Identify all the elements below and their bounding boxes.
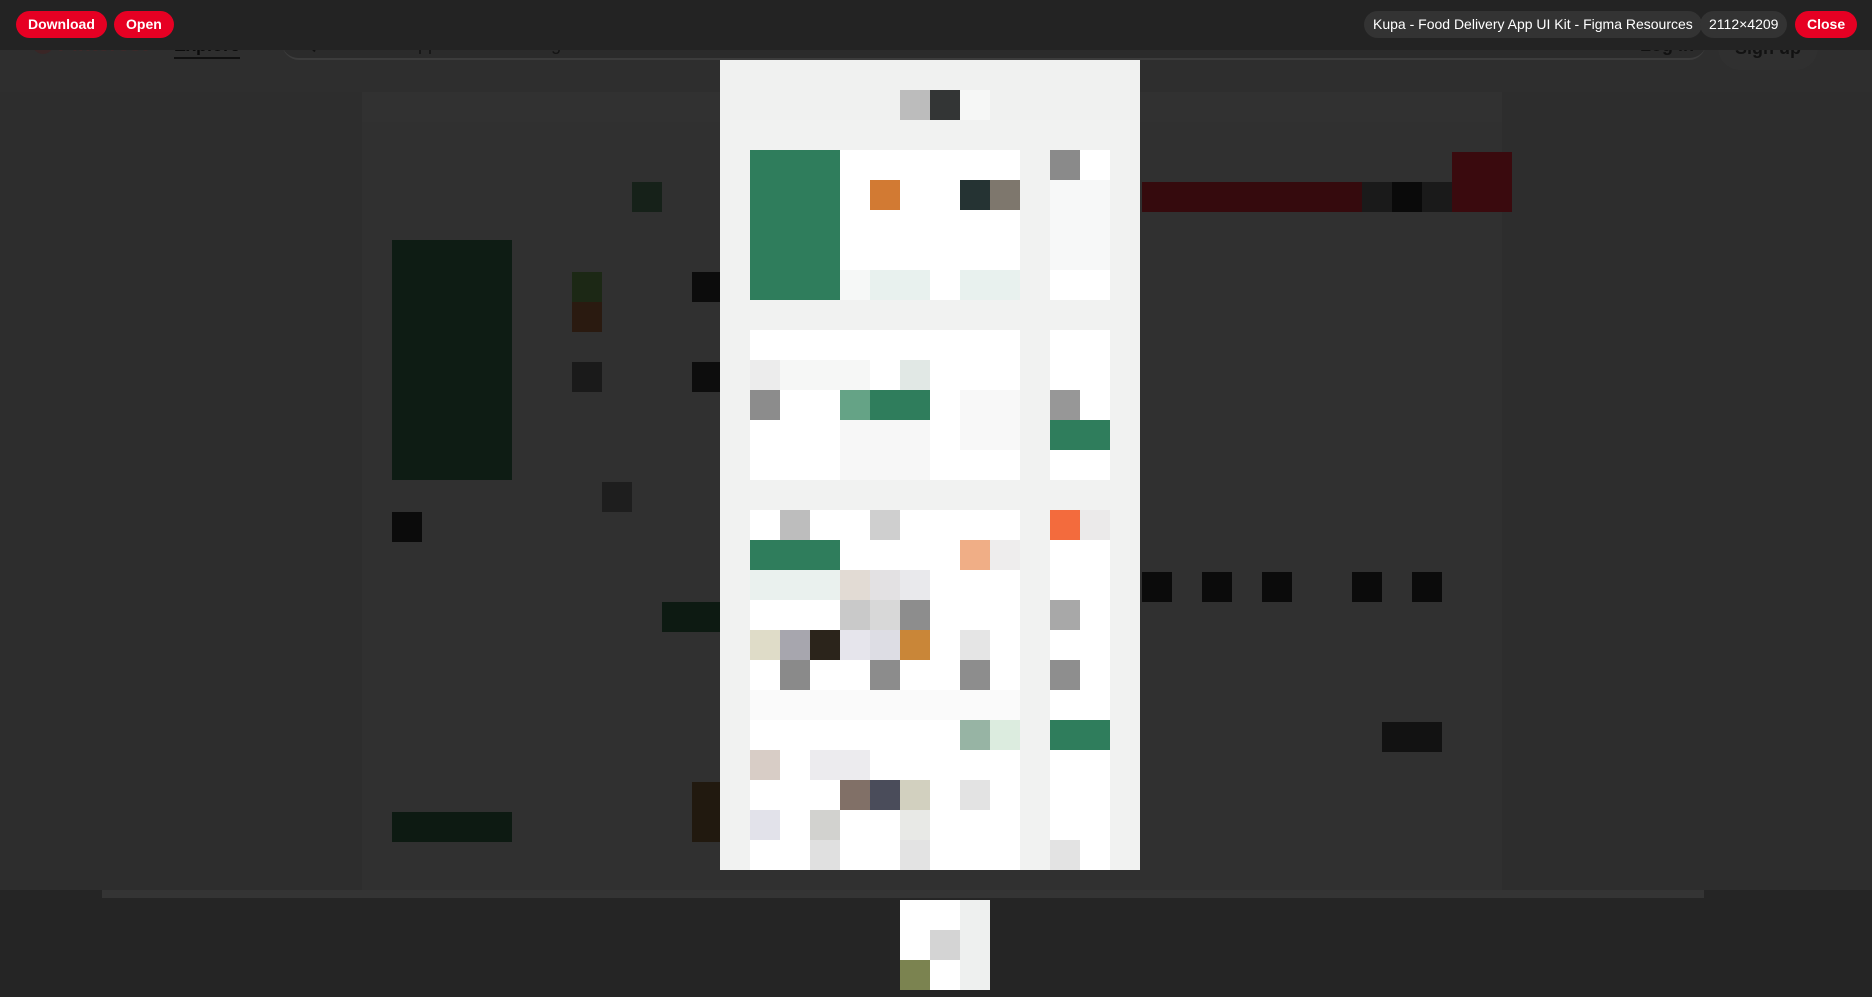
image-pixel (840, 600, 870, 630)
image-pixel (900, 360, 930, 390)
image-pixel (990, 720, 1020, 750)
image-pixel (870, 630, 900, 660)
image-pixel (840, 780, 870, 810)
image-pixel (870, 600, 900, 630)
image-pixel (1050, 600, 1080, 630)
image-pixel (1050, 660, 1080, 690)
image-pixel (870, 660, 900, 690)
image-pixel (1050, 720, 1110, 750)
image-pixel (750, 750, 780, 780)
image-pixel (930, 90, 960, 120)
main-image[interactable] (720, 60, 1140, 870)
background-divider (102, 890, 1704, 898)
image-pixel (960, 540, 990, 570)
image-pixel (870, 780, 900, 810)
download-button[interactable]: Download (16, 11, 107, 38)
image-pixel (870, 270, 930, 300)
background-tile (692, 782, 722, 842)
image-thumbnail[interactable] (900, 900, 990, 990)
image-pixel (870, 390, 930, 420)
image-pixel (1050, 390, 1080, 420)
image-dimensions: 2112×4209 (1700, 11, 1788, 38)
image-pixel (990, 540, 1020, 570)
image-pixel (900, 810, 930, 840)
background-tile (1412, 572, 1442, 602)
image-pixel (810, 630, 840, 660)
thumbnail-pixel (960, 900, 990, 990)
image-pixel (780, 660, 810, 690)
open-button[interactable]: Open (114, 11, 174, 38)
image-pixel (960, 660, 990, 690)
image-pixel (960, 270, 1020, 300)
background-tile (662, 602, 722, 632)
image-pixel (1080, 150, 1110, 180)
image-pixel (750, 810, 780, 840)
image-title: Kupa - Food Delivery App UI Kit - Figma … (1364, 11, 1702, 38)
image-pixel (750, 390, 780, 420)
image-pixel (960, 780, 990, 810)
image-pixel (870, 570, 900, 600)
background-tile (572, 362, 602, 392)
background-tile (392, 812, 512, 842)
background-tile (632, 182, 662, 212)
image-pixel (960, 390, 1020, 450)
image-pixel (750, 150, 840, 300)
image-pixel (960, 630, 990, 660)
image-pixel (1050, 510, 1110, 870)
image-pixel (900, 840, 930, 870)
image-pixel (750, 630, 780, 660)
close-button[interactable]: Close (1795, 11, 1858, 38)
image-pixel (780, 630, 810, 660)
image-pixel (840, 270, 870, 300)
image-pixel (1050, 270, 1110, 300)
background-tile (392, 512, 422, 542)
image-pixel (1050, 420, 1110, 450)
background-tile (1352, 572, 1382, 602)
image-pixel (960, 180, 990, 210)
image-pixel (780, 510, 810, 540)
image-pixel (900, 630, 930, 660)
image-pixel (1080, 510, 1110, 540)
image-pixel (750, 690, 1020, 720)
background-tile (692, 362, 722, 392)
image-pixel (810, 810, 840, 840)
image-pixel (960, 90, 990, 120)
background-tile (1452, 152, 1512, 212)
image-pixel (750, 360, 780, 390)
background-tile (1142, 572, 1172, 602)
thumbnail-pixel (930, 930, 960, 960)
background-tile (1392, 182, 1422, 212)
image-pixel (840, 630, 870, 660)
image-pixel (810, 750, 870, 780)
background-tile (1382, 722, 1442, 752)
image-pixel (900, 600, 930, 630)
background-tile (1202, 572, 1232, 602)
image-pixel (780, 360, 870, 390)
image-pixel (840, 570, 870, 600)
image-pixel (840, 420, 930, 480)
image-pixel (750, 540, 840, 570)
viewer-toolbar: Download Open Kupa - Food Delivery App U… (0, 0, 1872, 50)
image-pixel (1050, 840, 1080, 870)
background-tile (1262, 572, 1292, 602)
image-pixel (900, 90, 930, 120)
image-pixel (870, 180, 900, 210)
image-pixel (960, 720, 990, 750)
background-tile (692, 272, 722, 302)
image-pixel (840, 390, 870, 420)
background-tile (392, 240, 512, 480)
image-pixel (900, 780, 930, 810)
image-pixel (990, 180, 1020, 210)
image-pixel (870, 510, 900, 540)
background-tile (572, 272, 602, 302)
image-pixel (900, 570, 930, 600)
background-tile (572, 302, 602, 332)
image-pixel (750, 570, 840, 600)
thumbnail-pixel (900, 960, 930, 990)
image-pixel (1050, 510, 1080, 540)
image-pixel (1050, 150, 1080, 180)
image-pixel (810, 840, 840, 870)
background-tile (602, 482, 632, 512)
